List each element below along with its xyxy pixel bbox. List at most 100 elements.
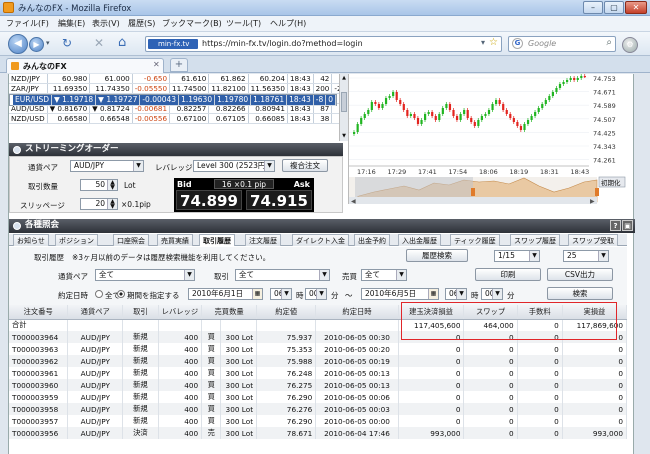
column-header[interactable]: 注文番号 <box>9 305 69 320</box>
rate-row[interactable]: NZD/USD 0.66580 0.66548 -0.00556 0.67100 0.67… <box>9 113 354 124</box>
rates-scrollbar[interactable]: ▲ ▼ <box>339 74 348 141</box>
help-icon[interactable]: ? <box>610 220 621 231</box>
minimize-button[interactable]: – <box>583 1 603 14</box>
table-cell: 新規 <box>122 343 159 355</box>
navigator-scrollbar[interactable] <box>349 197 597 204</box>
column-header[interactable]: レバレッジ <box>158 305 203 320</box>
table-row[interactable]: T000003957 AUD/JPY 新規 400 買 300 Lot 76.290 2010… <box>9 415 628 427</box>
menu-history[interactable]: 履歴(S) <box>128 18 155 29</box>
tab-close-icon[interactable]: ✕ <box>153 60 160 69</box>
site-identity-badge[interactable]: min-fx.tv <box>148 39 198 49</box>
column-header[interactable]: 約定値 <box>256 305 317 320</box>
min-from-select[interactable]: 00 ▼ <box>305 288 327 300</box>
per-page-select[interactable]: 25 ▼ <box>563 250 609 262</box>
column-header[interactable]: 通貨ペア <box>67 305 124 320</box>
search-button[interactable]: 検索 <box>547 287 613 300</box>
table-cell: 2010-06-05 00:06 <box>315 391 399 403</box>
google-icon[interactable]: G <box>512 38 523 49</box>
history-tab-3[interactable]: 売買実績 <box>157 234 193 246</box>
scroll-down-icon[interactable]: ▼ <box>341 133 347 139</box>
menu-view[interactable]: 表示(V) <box>92 18 120 29</box>
menu-file[interactable]: ファイル(F) <box>6 18 49 29</box>
history-tab-10[interactable]: スワップ履歴 <box>510 234 560 246</box>
search-magnifier-icon[interactable]: ⌕ <box>606 37 612 48</box>
url-bar[interactable]: min-fx.tv https://min-fx.tv/login.do?met… <box>145 36 502 52</box>
table-row[interactable]: T000003960 AUD/JPY 新規 400 買 300 Lot 76.275 2010… <box>9 379 628 391</box>
history-tab-6[interactable]: ダイレクト入金 <box>292 234 349 246</box>
window-toggle-icon[interactable]: ▣ <box>622 220 633 231</box>
radio-all[interactable] <box>95 290 103 298</box>
close-window-button[interactable]: ✕ <box>625 1 647 14</box>
rate-row[interactable]: NZD/JPY 60.980 61.000 -0.650 61.610 61.862 60.… <box>9 74 354 84</box>
column-header[interactable]: 取引 <box>122 305 159 320</box>
forward-button[interactable]: ▶ <box>29 37 44 52</box>
column-header[interactable]: 売買数量 <box>201 305 258 320</box>
calendar-icon[interactable]: ▦ <box>428 289 438 299</box>
table-row[interactable]: T000003961 AUD/JPY 新規 400 買 300 Lot 76.248 2010… <box>9 367 628 379</box>
bookmark-star-icon[interactable]: ☆ <box>489 37 498 48</box>
print-button[interactable]: 印刷 <box>475 268 541 281</box>
scroll-right-icon[interactable]: ▶ <box>590 198 595 205</box>
search-box[interactable]: G Google ⌕ <box>508 36 616 52</box>
history-tab-5[interactable]: 注文履歴 <box>245 234 281 246</box>
scroll-left-icon[interactable]: ◀ <box>351 198 356 205</box>
radio-range[interactable] <box>117 290 125 298</box>
history-tab-0[interactable]: お知らせ <box>13 234 49 246</box>
menu-tools[interactable]: ツール(T) <box>226 18 261 29</box>
history-tab-8[interactable]: 入出金履歴 <box>398 234 441 246</box>
new-tab-button[interactable]: + <box>170 58 188 72</box>
table-row[interactable]: T000003956 AUD/JPY 決済 400 売 300 Lot 78.671 2010… <box>9 427 628 439</box>
date-to-field[interactable]: 2010年6月5日 ▦ <box>361 288 439 300</box>
history-tab-1[interactable]: ポジション <box>55 234 98 246</box>
back-button[interactable]: ◀ <box>8 34 28 54</box>
hour-to-select[interactable]: 06 ▼ <box>445 288 467 300</box>
url-dropdown-icon[interactable]: ▾ <box>481 38 485 47</box>
calendar-icon[interactable]: ▦ <box>252 289 262 299</box>
scroll-thumb[interactable] <box>341 92 347 112</box>
scroll-up-icon[interactable]: ▲ <box>341 75 347 81</box>
browser-tab-active[interactable]: みんなのFX ✕ <box>6 58 164 73</box>
table-row[interactable]: T000003959 AUD/JPY 新規 400 買 300 Lot 76.290 2010… <box>9 391 628 403</box>
quantity-stepper[interactable]: 50 ▲ ▼ <box>80 179 118 191</box>
csv-export-button[interactable]: CSV出力 <box>547 268 613 281</box>
leverage-select[interactable]: Level 300 (2523円) ▼ <box>193 160 275 172</box>
history-tab-7[interactable]: 出金予約 <box>354 234 390 246</box>
hour-from-select[interactable]: 06 ▼ <box>270 288 292 300</box>
bid-price-button[interactable]: 74.899 <box>176 190 242 210</box>
history-search-button[interactable]: 履歴検索 <box>406 249 468 262</box>
history-tab-9[interactable]: ティック履歴 <box>450 234 500 246</box>
rate-row[interactable]: ZAR/JPY 11.69350 11.74350 -0.05550 11.74500 1… <box>9 83 354 94</box>
min-to-select[interactable]: 00 ▼ <box>481 288 503 300</box>
home-icon[interactable]: ⌂ <box>118 35 126 50</box>
table-row[interactable]: T000003963 AUD/JPY 新規 400 買 300 Lot 75.353 2010… <box>9 343 628 355</box>
menu-edit[interactable]: 編集(E) <box>58 18 85 29</box>
stepper-arrows-icon[interactable]: ▲ ▼ <box>107 199 117 210</box>
menu-bookmarks[interactable]: ブックマーク(B) <box>162 18 222 29</box>
history-tab-2[interactable]: 口座照会 <box>113 234 149 246</box>
url-text[interactable]: https://min-fx.tv/login.do?method=login <box>202 39 363 48</box>
addon-gear-icon[interactable]: ⚙ <box>622 37 638 53</box>
filter-pair-select[interactable]: 全て ▼ <box>95 269 195 281</box>
table-row[interactable]: T000003958 AUD/JPY 新規 400 買 300 Lot 76.276 2010… <box>9 403 628 415</box>
ask-price-button[interactable]: 74.915 <box>246 190 312 210</box>
history-tab-11[interactable]: スワップ受取 <box>568 234 618 246</box>
filter-trade-select[interactable]: 全て ▼ <box>235 269 330 281</box>
filter-side-select[interactable]: 全て ▼ <box>361 269 407 281</box>
navigator-handle-right[interactable] <box>595 188 599 196</box>
pair-select[interactable]: AUD/JPY ▼ <box>70 160 144 172</box>
stepper-arrows-icon[interactable]: ▲ ▼ <box>107 180 117 191</box>
reload-icon[interactable]: ↻ <box>62 36 72 50</box>
date-from-field[interactable]: 2010年6月1日 ▦ <box>188 288 263 300</box>
menu-help[interactable]: ヘルプ(H) <box>270 18 306 29</box>
compound-order-button[interactable]: 複合注文 <box>282 159 328 172</box>
maximize-button[interactable]: ▢ <box>604 1 624 14</box>
rate-row[interactable]: EUR/USD ▼ 1.19718 ▼ 1.19727 -0.00043 1.19630… <box>9 94 338 106</box>
slippage-stepper[interactable]: 20 ▲ ▼ <box>80 198 118 210</box>
table-row[interactable]: T000003962 AUD/JPY 新規 400 買 300 Lot 75.988 2010… <box>9 355 628 367</box>
navigator-handle-left[interactable] <box>471 188 475 196</box>
history-dropdown-icon[interactable]: ▾ <box>46 39 50 47</box>
page-select[interactable]: 1/15 ▼ <box>494 250 540 262</box>
column-header[interactable]: 約定日時 <box>315 305 399 320</box>
stop-icon[interactable]: ✕ <box>94 36 104 50</box>
history-tab-4[interactable]: 取引履歴 <box>199 234 235 246</box>
